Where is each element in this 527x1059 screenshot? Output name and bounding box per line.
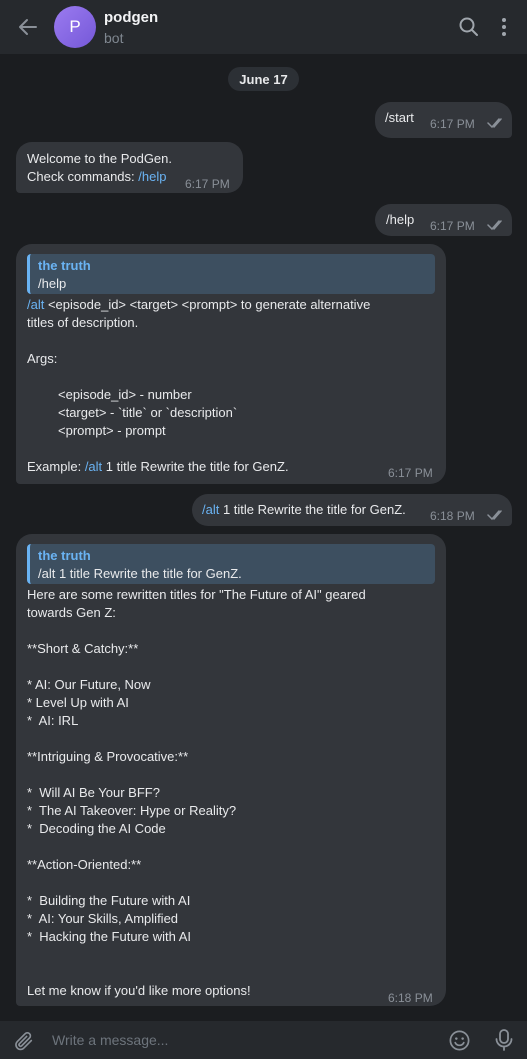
emoji-icon[interactable]: [448, 1029, 471, 1052]
message-text: /alt 1 title Rewrite the title for GenZ.: [202, 502, 406, 517]
message-text-line: * AI: Your Skills, Amplified: [27, 911, 179, 926]
command-link[interactable]: /alt: [85, 459, 102, 474]
message-outgoing[interactable]: /alt 1 title Rewrite the title for GenZ.…: [192, 494, 512, 526]
message-text-line: towards Gen Z:: [27, 605, 116, 620]
back-arrow-icon[interactable]: [16, 15, 40, 39]
message-text-line: <episode_id> - number: [58, 387, 192, 402]
double-check-icon: [487, 118, 502, 129]
message-text-line: * AI: Our Future, Now: [27, 677, 151, 692]
reply-author: the truth: [38, 258, 91, 273]
more-vertical-icon[interactable]: [492, 15, 516, 39]
message-incoming[interactable]: the truth /alt 1 title Rewrite the title…: [16, 534, 446, 1006]
reply-quote[interactable]: the truth /alt 1 title Rewrite the title…: [27, 544, 435, 584]
message-time: 6:18 PM: [430, 509, 475, 523]
message-text-line: <target> - `title` or `description`: [58, 405, 238, 420]
microphone-icon[interactable]: [493, 1028, 515, 1052]
command-link[interactable]: /help: [138, 169, 166, 184]
message-text-line: **Short & Catchy:**: [27, 641, 139, 656]
chat-title[interactable]: podgen: [104, 9, 158, 26]
message-text-line: Args:: [27, 351, 58, 366]
double-check-icon: [487, 220, 502, 231]
message-text-line: titles of description.: [27, 315, 139, 330]
message-text-line: * Will AI Be Your BFF?: [27, 785, 160, 800]
command-link[interactable]: /alt: [27, 297, 44, 312]
message-time: 6:17 PM: [185, 177, 230, 191]
avatar[interactable]: P: [54, 6, 96, 48]
reply-quote[interactable]: the truth /help: [27, 254, 435, 294]
message-text: /help: [386, 212, 415, 227]
message-incoming[interactable]: Welcome to the PodGen. Check commands: /…: [16, 142, 243, 193]
message-text-line: * AI: IRL: [27, 713, 79, 728]
reply-text: /alt 1 title Rewrite the title for GenZ.: [38, 566, 242, 581]
message-outgoing[interactable]: /help 6:17 PM: [375, 204, 512, 236]
command-link[interactable]: /alt: [202, 502, 219, 517]
message-text-line: Example: /alt 1 title Rewrite the title …: [27, 459, 289, 474]
message-time: 6:17 PM: [388, 466, 433, 480]
message-time: 6:18 PM: [388, 991, 433, 1005]
message-text: /start: [385, 110, 414, 125]
message-text-line: **Intriguing & Provocative:**: [27, 749, 189, 764]
message-text-line: * Decoding the AI Code: [27, 821, 166, 836]
message-text-line: * Hacking the Future with AI: [27, 929, 192, 944]
chat-subtitle: bot: [104, 30, 124, 46]
message-time: 6:17 PM: [430, 219, 475, 233]
message-text-line: * Level Up with AI: [27, 695, 129, 710]
message-incoming[interactable]: the truth /help /alt <episode_id> <targe…: [16, 244, 446, 484]
message-input[interactable]: Write a message...: [52, 1032, 168, 1048]
message-text-line: <prompt> - prompt: [58, 423, 166, 438]
double-check-icon: [487, 510, 502, 521]
message-text-line: Here are some rewritten titles for "The …: [27, 587, 366, 602]
message-text-line: **Action-Oriented:**: [27, 857, 142, 872]
message-text-line: Let me know if you'd like more options!: [27, 983, 251, 998]
reply-text: /help: [38, 276, 67, 291]
message-time: 6:17 PM: [430, 117, 475, 131]
message-outgoing[interactable]: /start 6:17 PM: [375, 102, 512, 138]
chat-header: P podgen bot: [0, 0, 527, 54]
search-icon[interactable]: [457, 15, 481, 39]
date-separator: June 17: [228, 67, 299, 91]
message-text-line: /alt <episode_id> <target> <prompt> to g…: [27, 297, 371, 312]
message-text-line: Welcome to the PodGen.: [27, 151, 173, 166]
message-text-line: Check commands: /help: [27, 169, 167, 184]
message-text-line: * The AI Takeover: Hype or Reality?: [27, 803, 237, 818]
message-composer: Write a message...: [0, 1021, 527, 1059]
paperclip-icon[interactable]: [13, 1030, 35, 1052]
reply-author: the truth: [38, 548, 91, 563]
message-text-line: * Building the Future with AI: [27, 893, 191, 908]
